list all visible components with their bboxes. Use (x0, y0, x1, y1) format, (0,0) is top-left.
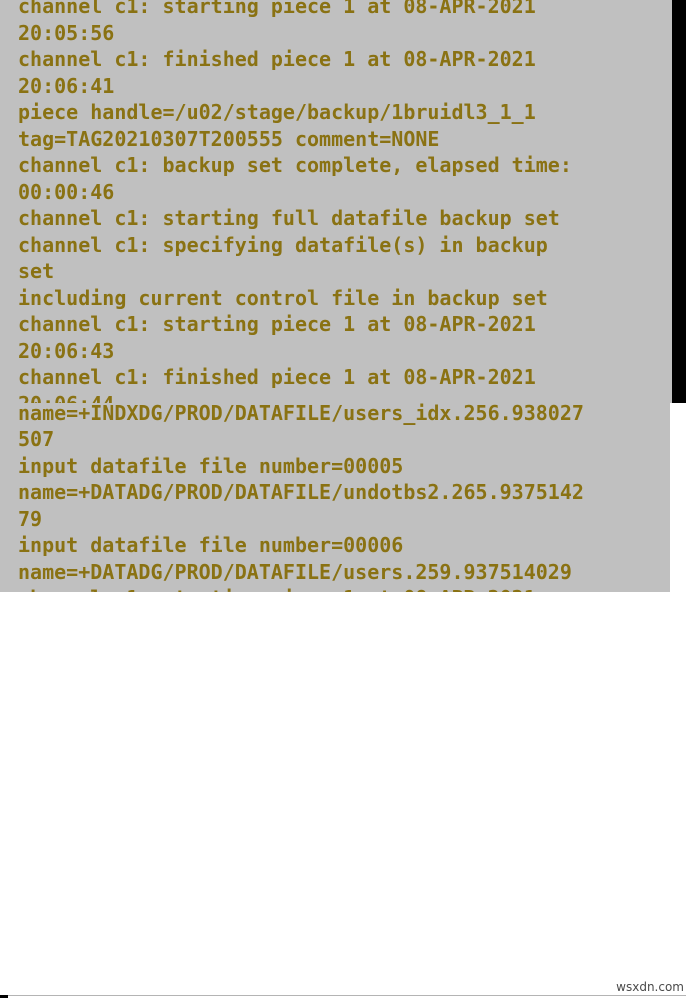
watermark-label: wsxdn.com (616, 980, 684, 994)
console-output-lower: channel c1: SID=287 instance=prod1 devic… (18, 0, 572, 403)
console-pane-lower-frame: channel c1: SID=287 instance=prod1 devic… (0, 0, 686, 403)
screenshot-root: channel c1: SID=287 instance=prod1 devic… (0, 0, 686, 1002)
bottom-edge-black-notch (0, 995, 8, 998)
bottom-edge-strip (0, 995, 686, 1002)
console-pane-lower[interactable]: channel c1: SID=287 instance=prod1 devic… (8, 0, 672, 403)
